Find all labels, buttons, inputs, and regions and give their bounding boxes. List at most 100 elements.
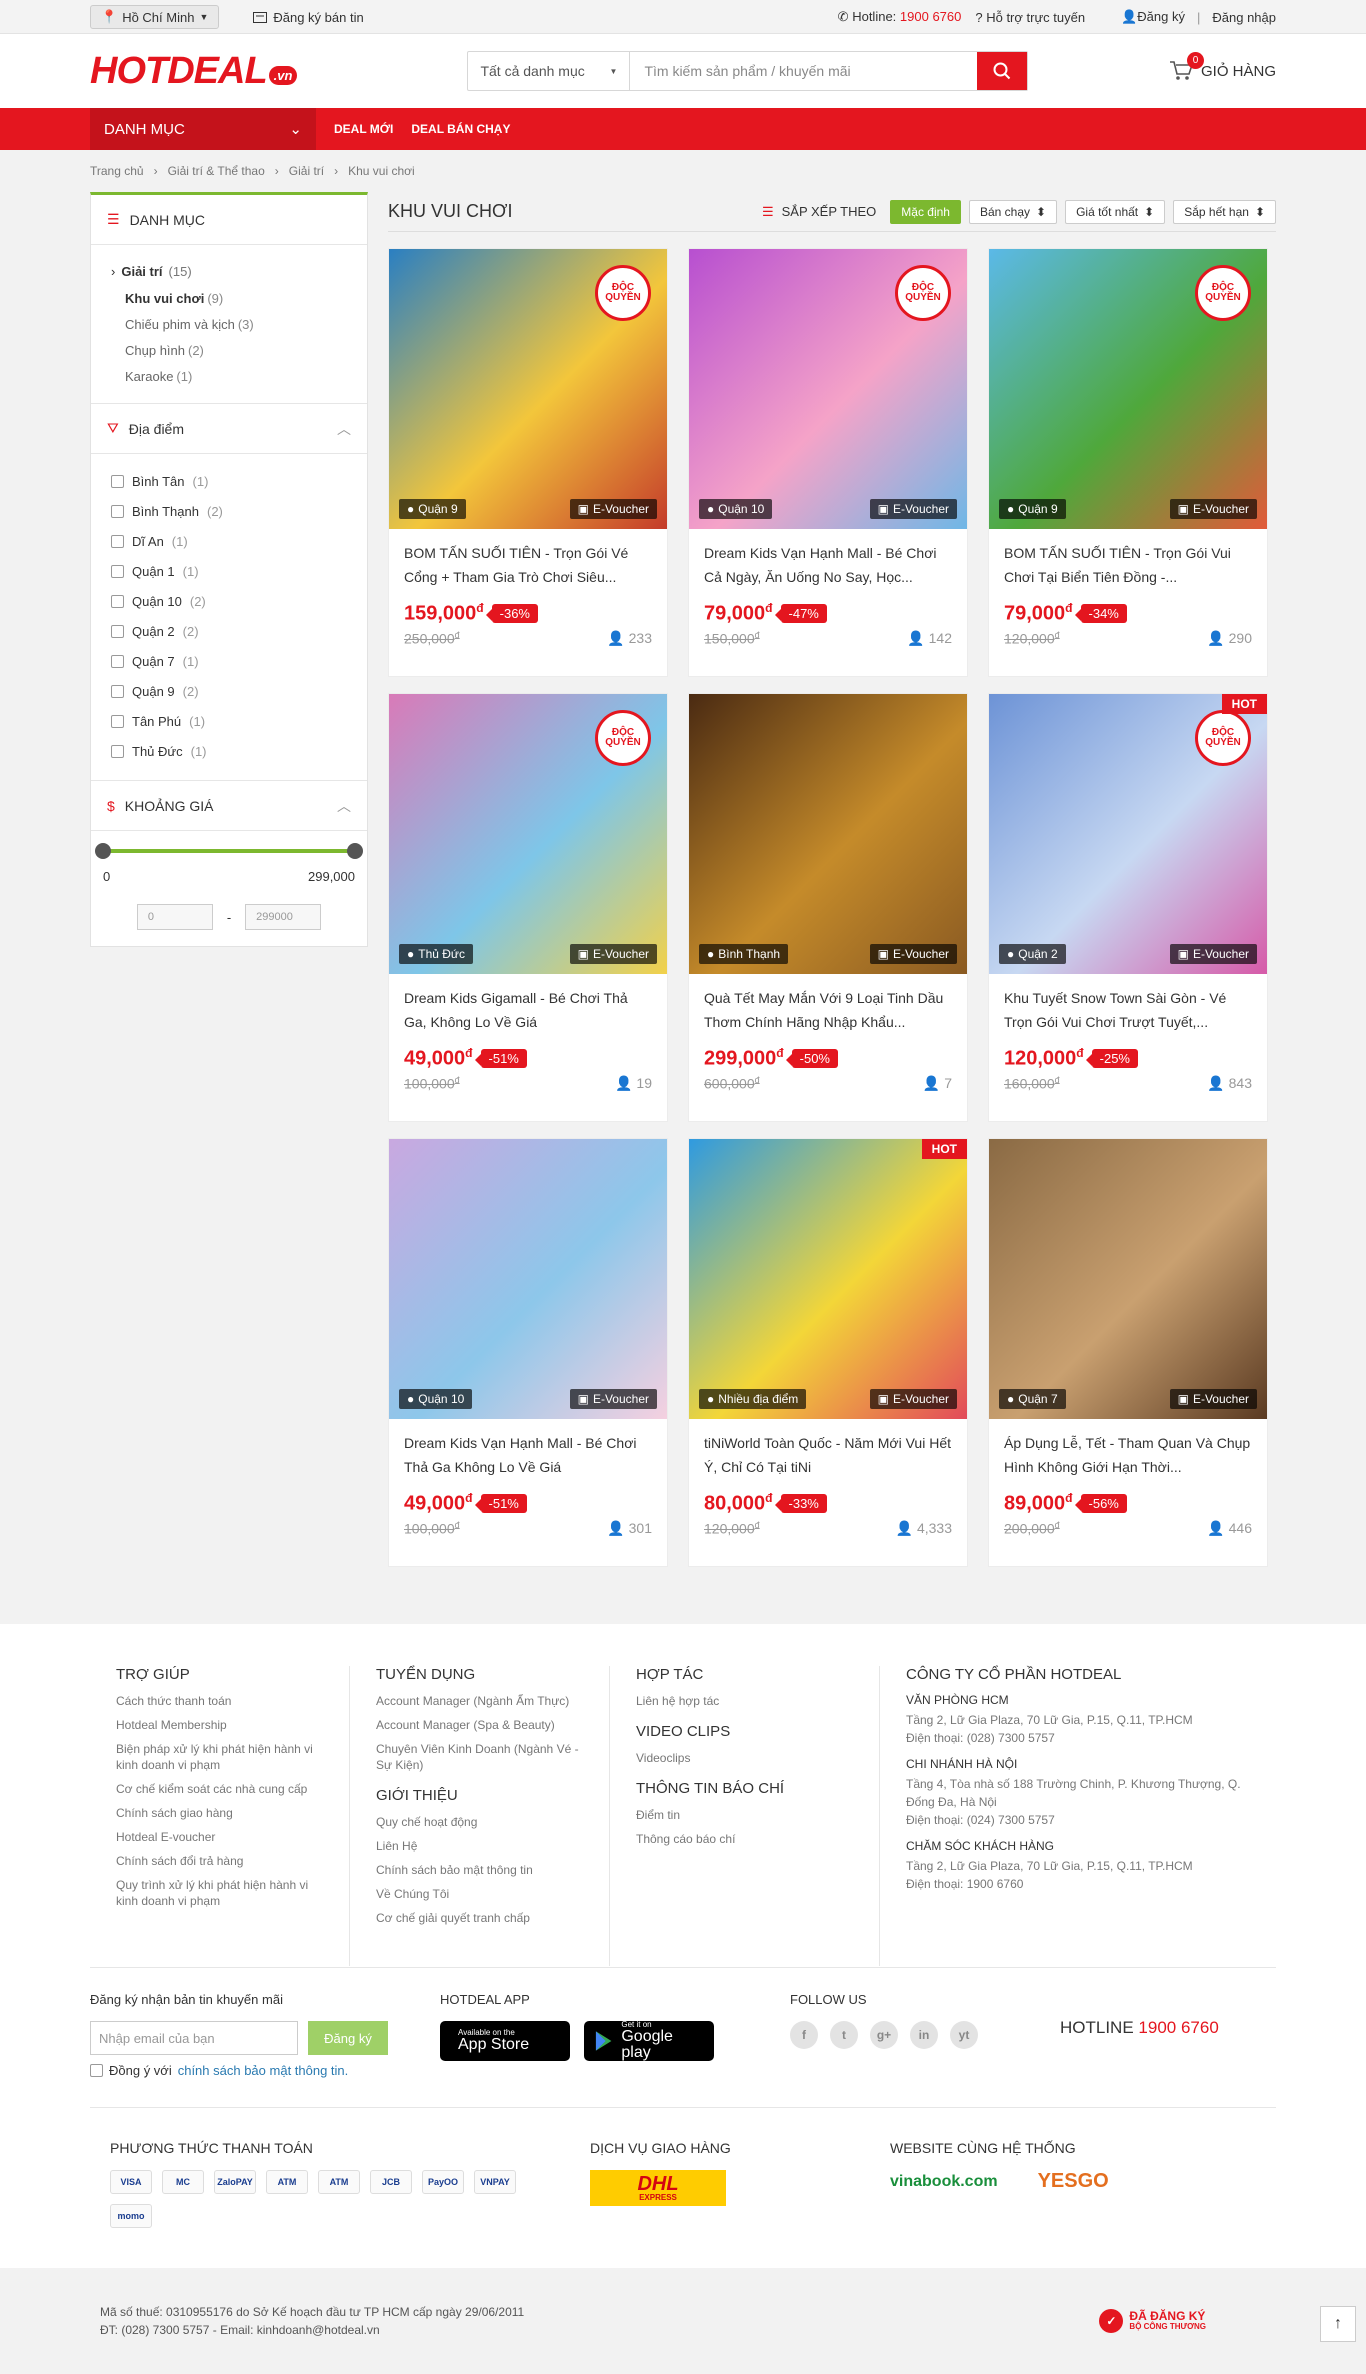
nav-deal-moi[interactable]: DEAL MỚI <box>334 122 393 136</box>
location-option[interactable]: Quận 10 (2) <box>111 586 347 616</box>
subcategory-item[interactable]: Chụp hình (2) <box>111 337 347 363</box>
back-to-top-button[interactable]: ↑ <box>1320 2306 1356 2342</box>
category-menu-button[interactable]: DANH MỤC ⌄ <box>90 108 316 150</box>
location-option[interactable]: Quận 1 (1) <box>111 556 347 586</box>
product-title[interactable]: tiNiWorld Toàn Quốc - Năm Mới Vui Hết Ý,… <box>689 1419 967 1489</box>
product-title[interactable]: Dream Kids Vạn Hạnh Mall - Bé Chơi Cả Ng… <box>689 529 967 599</box>
yesgo-link[interactable]: YESGO <box>1038 2170 1109 2193</box>
google-plus-icon[interactable]: g+ <box>870 2021 898 2049</box>
subcategory-item[interactable]: Chiếu phim và kịch (3) <box>111 311 347 337</box>
location-checkbox[interactable] <box>111 654 124 668</box>
footer-link[interactable]: Hotdeal Membership <box>116 1717 323 1733</box>
vinabook-link[interactable]: vinabook.com <box>890 2173 998 2191</box>
google-play-button[interactable]: Get it on Google play <box>584 2021 714 2061</box>
product-image[interactable]: ĐỘC QUYỀN ● Quận 9 ▣ E-Voucher <box>989 249 1267 529</box>
footer-link[interactable]: Cách thức thanh toán <box>116 1693 323 1709</box>
category-select[interactable]: Tất cả danh mục ▼ <box>468 52 631 90</box>
footer-link[interactable]: Account Manager (Spa & Beauty) <box>376 1717 583 1733</box>
product-title[interactable]: Dream Kids Gigamall - Bé Chơi Thả Ga, Kh… <box>389 974 667 1044</box>
location-checkbox[interactable] <box>111 564 124 578</box>
subcategory-item[interactable]: Khu vui chơi (9) <box>111 285 347 311</box>
location-option[interactable]: Dĩ An (1) <box>111 526 347 556</box>
location-checkbox[interactable] <box>111 684 124 698</box>
footer-link[interactable]: Liên hệ hợp tác <box>636 1693 853 1709</box>
footer-link[interactable]: Chính sách giao hàng <box>116 1805 323 1821</box>
footer-link[interactable]: Chính sách bảo mật thông tin <box>376 1862 583 1878</box>
register-seller-link[interactable]: Đăng ký bán tin <box>253 10 364 25</box>
product-title[interactable]: Áp Dụng Lễ, Tết - Tham Quan Và Chụp Hình… <box>989 1419 1267 1489</box>
twitter-icon[interactable]: t <box>830 2021 858 2049</box>
linkedin-icon[interactable]: in <box>910 2021 938 2049</box>
product-image[interactable]: ĐỘC QUYỀN HOT ● Quận 2 ▣ E-Voucher <box>989 694 1267 974</box>
location-checkbox[interactable] <box>111 474 124 488</box>
footer-link[interactable]: Điểm tin <box>636 1807 853 1823</box>
footer-link[interactable]: Account Manager (Ngành Ẩm Thực) <box>376 1693 583 1709</box>
product-card[interactable]: ● Quận 10 ▣ E-Voucher Dream Kids Vạn Hạnh Ma… <box>388 1138 668 1567</box>
product-title[interactable]: BOM TẤN SUỐI TIÊN - Trọn Gói Vé Cổng + T… <box>389 529 667 599</box>
price-slider[interactable] <box>95 841 363 861</box>
registered-badge[interactable]: ✓ ĐÃ ĐĂNG KÝ BỘ CÔNG THƯƠNG <box>1099 2309 1206 2333</box>
breadcrumb-item[interactable]: Giải trí & Thể thao <box>168 164 265 178</box>
sort-default[interactable]: Mặc định <box>890 199 961 224</box>
product-image[interactable]: ● Bình Thạnh ▣ E-Voucher <box>689 694 967 974</box>
app-store-button[interactable]: Available on the App Store <box>440 2021 570 2061</box>
footer-link[interactable]: Cơ chế giải quyết tranh chấp <box>376 1910 583 1926</box>
location-option[interactable]: Quận 2 (2) <box>111 616 347 646</box>
location-checkbox[interactable] <box>111 534 124 548</box>
product-title[interactable]: Khu Tuyết Snow Town Sài Gòn - Vé Trọn Gó… <box>989 974 1267 1044</box>
cart-button[interactable]: 0 GIỎ HÀNG <box>1169 52 1276 82</box>
online-support-link[interactable]: ? Hỗ trợ trực tuyến <box>975 10 1085 25</box>
location-option[interactable]: Tân Phú (1) <box>111 706 347 736</box>
footer-link[interactable]: Chính sách đổi trả hàng <box>116 1853 323 1869</box>
location-checkbox[interactable] <box>111 714 124 728</box>
footer-link[interactable]: Về Chúng Tôi <box>376 1886 583 1902</box>
location-filter-header[interactable]: ⛛ Địa điểm ︿ <box>91 404 367 454</box>
slider-handle-max[interactable] <box>347 843 363 859</box>
product-title[interactable]: Dream Kids Vạn Hạnh Mall - Bé Chơi Thả G… <box>389 1419 667 1489</box>
price-filter-header[interactable]: $ KHOẢNG GIÁ ︿ <box>91 781 367 831</box>
product-title[interactable]: Quà Tết May Mắn Với 9 Loại Tinh Dầu Thơm… <box>689 974 967 1044</box>
footer-link[interactable]: Chuyên Viên Kinh Doanh (Ngành Vé - Sự Ki… <box>376 1741 583 1773</box>
location-checkbox[interactable] <box>111 594 124 608</box>
category-giai-tri[interactable]: › Giải trí (15) <box>111 257 347 285</box>
product-card[interactable]: ĐỘC QUYỀN ● Thủ Đức ▣ E-Voucher Dream Kids Gi… <box>388 693 668 1122</box>
product-card[interactable]: ĐỘC QUYỀN ● Quận 9 ▣ E-Voucher BOM TẤN SUỐI T… <box>988 248 1268 677</box>
product-title[interactable]: BOM TẤN SUỐI TIÊN - Trọn Gói Vui Chơi Tạ… <box>989 529 1267 599</box>
footer-link[interactable]: Biện pháp xử lý khi phát hiện hành vi ki… <box>116 1741 323 1773</box>
product-card[interactable]: ● Bình Thạnh ▣ E-Voucher Quà Tết May Mắn Với… <box>688 693 968 1122</box>
city-selector[interactable]: 📍 Hồ Chí Minh ▼ <box>90 5 220 29</box>
location-option[interactable]: Quận 7 (1) <box>111 646 347 676</box>
location-checkbox[interactable] <box>111 744 124 758</box>
product-card[interactable]: ĐỘC QUYỀN HOT ● Quận 2 ▣ E-Voucher Khu Tuyết S… <box>988 693 1268 1122</box>
sort-best-price[interactable]: Giá tốt nhất ⬍ <box>1065 199 1166 224</box>
search-input[interactable] <box>630 52 978 90</box>
hotdeal-logo[interactable]: HOTDEAL .vn <box>90 50 298 93</box>
price-min-input[interactable]: 0 <box>136 904 213 930</box>
register-link[interactable]: 👤Đăng ký <box>1121 9 1185 25</box>
footer-link[interactable]: Quy chế hoạt động <box>376 1814 583 1830</box>
product-image[interactable]: HOT ● Nhiều địa điểm ▣ E-Voucher <box>689 1139 967 1419</box>
price-max-input[interactable]: 299000 <box>245 904 322 930</box>
product-card[interactable]: ĐỘC QUYỀN ● Quận 10 ▣ E-Voucher Dream Kids Vạ… <box>688 248 968 677</box>
login-link[interactable]: Đăng nhập <box>1212 10 1276 25</box>
product-image[interactable]: ĐỘC QUYỀN ● Quận 10 ▣ E-Voucher <box>689 249 967 529</box>
newsletter-email-input[interactable]: Nhập email của bạn <box>90 2021 298 2055</box>
footer-link[interactable]: Thông cáo báo chí <box>636 1831 853 1847</box>
product-card[interactable]: HOT ● Nhiều địa điểm ▣ E-Voucher tiNiWorld To… <box>688 1138 968 1567</box>
search-button[interactable] <box>977 52 1028 90</box>
product-card[interactable]: ● Quận 7 ▣ E-Voucher Áp Dụng Lễ, Tết - Tham … <box>988 1138 1268 1567</box>
location-option[interactable]: Bình Thạnh (2) <box>111 496 347 526</box>
sort-best-selling[interactable]: Bán chạy ⬍ <box>968 199 1058 224</box>
location-option[interactable]: Quận 9 (2) <box>111 676 347 706</box>
location-checkbox[interactable] <box>111 624 124 638</box>
product-image[interactable]: ● Quận 10 ▣ E-Voucher <box>389 1139 667 1419</box>
footer-link[interactable]: Quy trình xử lý khi phát hiện hành vi ki… <box>116 1877 323 1909</box>
footer-link[interactable]: Liên Hệ <box>376 1838 583 1854</box>
location-option[interactable]: Thủ Đức (1) <box>111 736 347 766</box>
footer-link[interactable]: Cơ chế kiểm soát các nhà cung cấp <box>116 1781 323 1797</box>
footer-link[interactable]: Videoclips <box>636 1750 853 1766</box>
youtube-icon[interactable]: yt <box>950 2021 978 2049</box>
location-checkbox[interactable] <box>111 504 124 518</box>
facebook-icon[interactable]: f <box>790 2021 818 2049</box>
product-image[interactable]: ĐỘC QUYỀN ● Thủ Đức ▣ E-Voucher <box>389 694 667 974</box>
